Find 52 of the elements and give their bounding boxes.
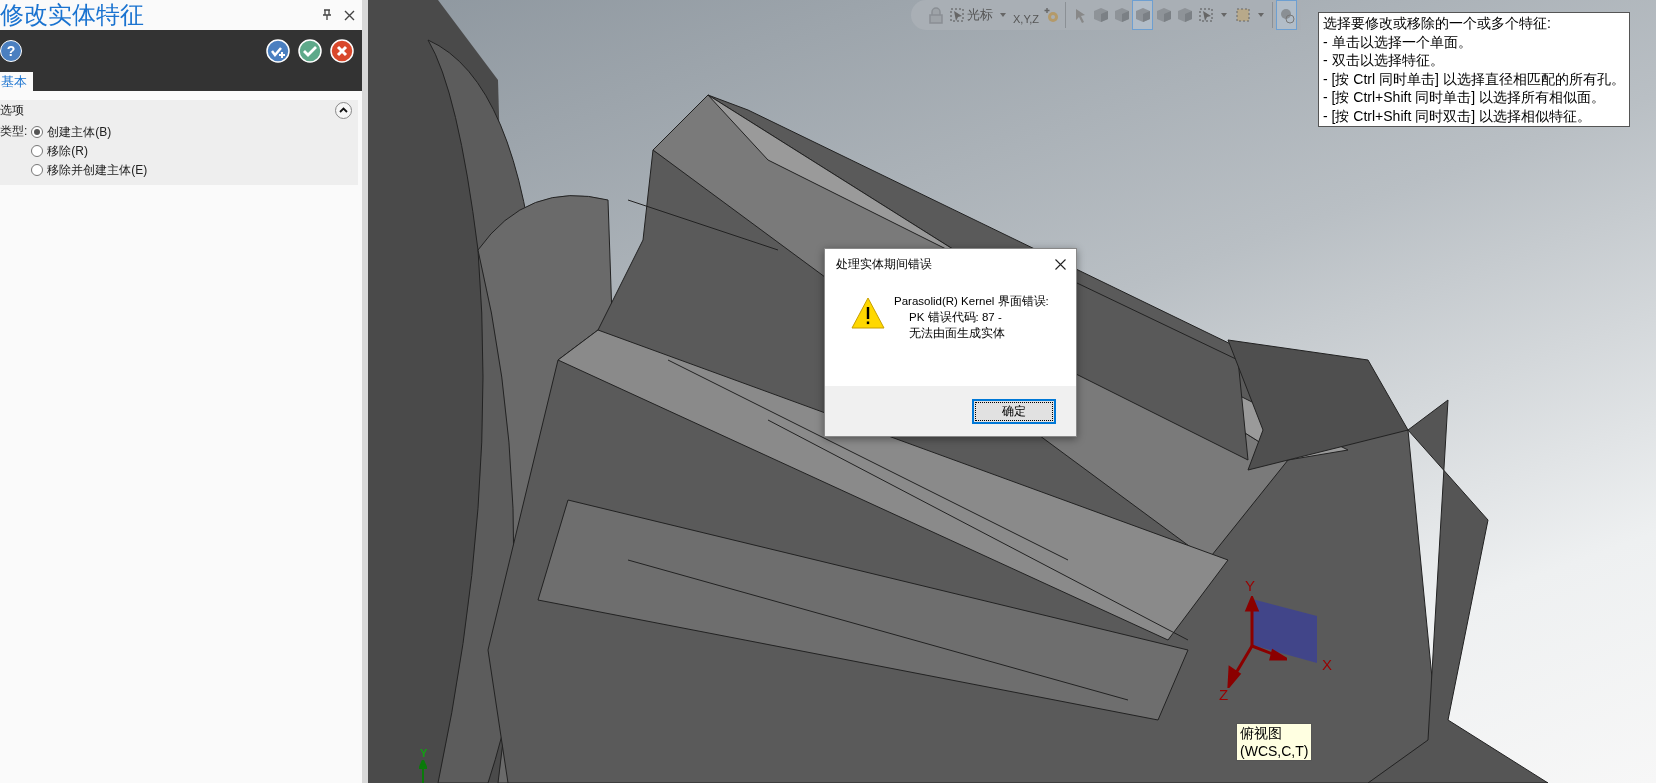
hint-line: 选择要修改或移除的一个或多个特征: [1323,14,1552,33]
ok-icon[interactable] [298,39,322,63]
radio-button[interactable] [31,125,44,138]
radio-label[interactable]: 创建主体(B) [47,122,112,141]
axis-label: Z [1219,687,1229,703]
radio-label[interactable]: 移除并创建主体(E) [47,160,148,179]
cube-icon[interactable] [1133,6,1152,24]
view-tooltip-line: (WCS,C,T) [1240,742,1309,760]
axis-label: Y [1245,578,1255,594]
select-icon[interactable] [1196,6,1215,24]
error-message-line: Parasolid(R) Kernel 界面错误: [894,294,1049,309]
ok-button[interactable]: 确定 [972,398,1056,424]
close-icon[interactable] [1055,258,1066,270]
section-title: 选项 [0,102,25,119]
radio-label[interactable]: 移除(R) [47,141,88,160]
plane-icon [1251,598,1319,664]
radio-button[interactable] [31,163,44,176]
help-button[interactable]: ? [0,40,22,62]
error-message-line: PK 错误代码: 87 - [908,310,1003,325]
cube-icon[interactable] [1175,6,1194,24]
point-button[interactable]: X,Y,Z [1011,5,1042,25]
hint-line: - 双击以选择特征。 [1323,51,1445,70]
pin-icon[interactable] [322,9,332,21]
view-tooltip-line: 俯视图 [1240,724,1283,742]
cancel-icon[interactable] [330,39,354,63]
panel-title: 修改实体特征 [0,0,145,30]
warning-icon [851,297,885,329]
hint-line: - [按 Ctrl+Shift 同时单击] 以选择所有相似面。 [1323,88,1606,107]
axis-label: X [1322,657,1332,673]
axis-label: Y [420,748,428,759]
axis-arrow-icon [419,760,427,783]
cube-icon[interactable] [1091,6,1110,24]
radio-button[interactable] [31,144,44,157]
toolbar-label[interactable]: 光标 [967,5,993,25]
toolbar-button[interactable] [1132,0,1154,30]
cube-icon[interactable] [1154,6,1173,24]
close-icon[interactable] [344,9,355,21]
square-icon[interactable] [1233,6,1252,24]
lock-icon[interactable] [926,6,945,24]
dialog-title: 处理实体期间错误 [836,256,933,273]
chevron-up-icon[interactable] [339,107,348,113]
collapse-toggle[interactable] [335,101,352,119]
cube-icon[interactable] [1112,6,1131,24]
error-message-line: 无法由面生成实体 [908,326,1006,341]
toolbar-button[interactable] [1276,0,1298,30]
tab[interactable]: 基本 [0,72,33,91]
hint-line: - 单击以选择一个单面。 [1323,32,1473,51]
apply-icon[interactable] [266,39,290,63]
type-label: 类型: [0,123,28,140]
hint-line: - [按 Ctrl+Shift 同时双击] 以选择相似特征。 [1323,106,1592,125]
hint-line: - [按 Ctrl 同时单击] 以选择直径相匹配的所有孔。 [1323,69,1625,88]
select-icon[interactable] [947,6,966,24]
